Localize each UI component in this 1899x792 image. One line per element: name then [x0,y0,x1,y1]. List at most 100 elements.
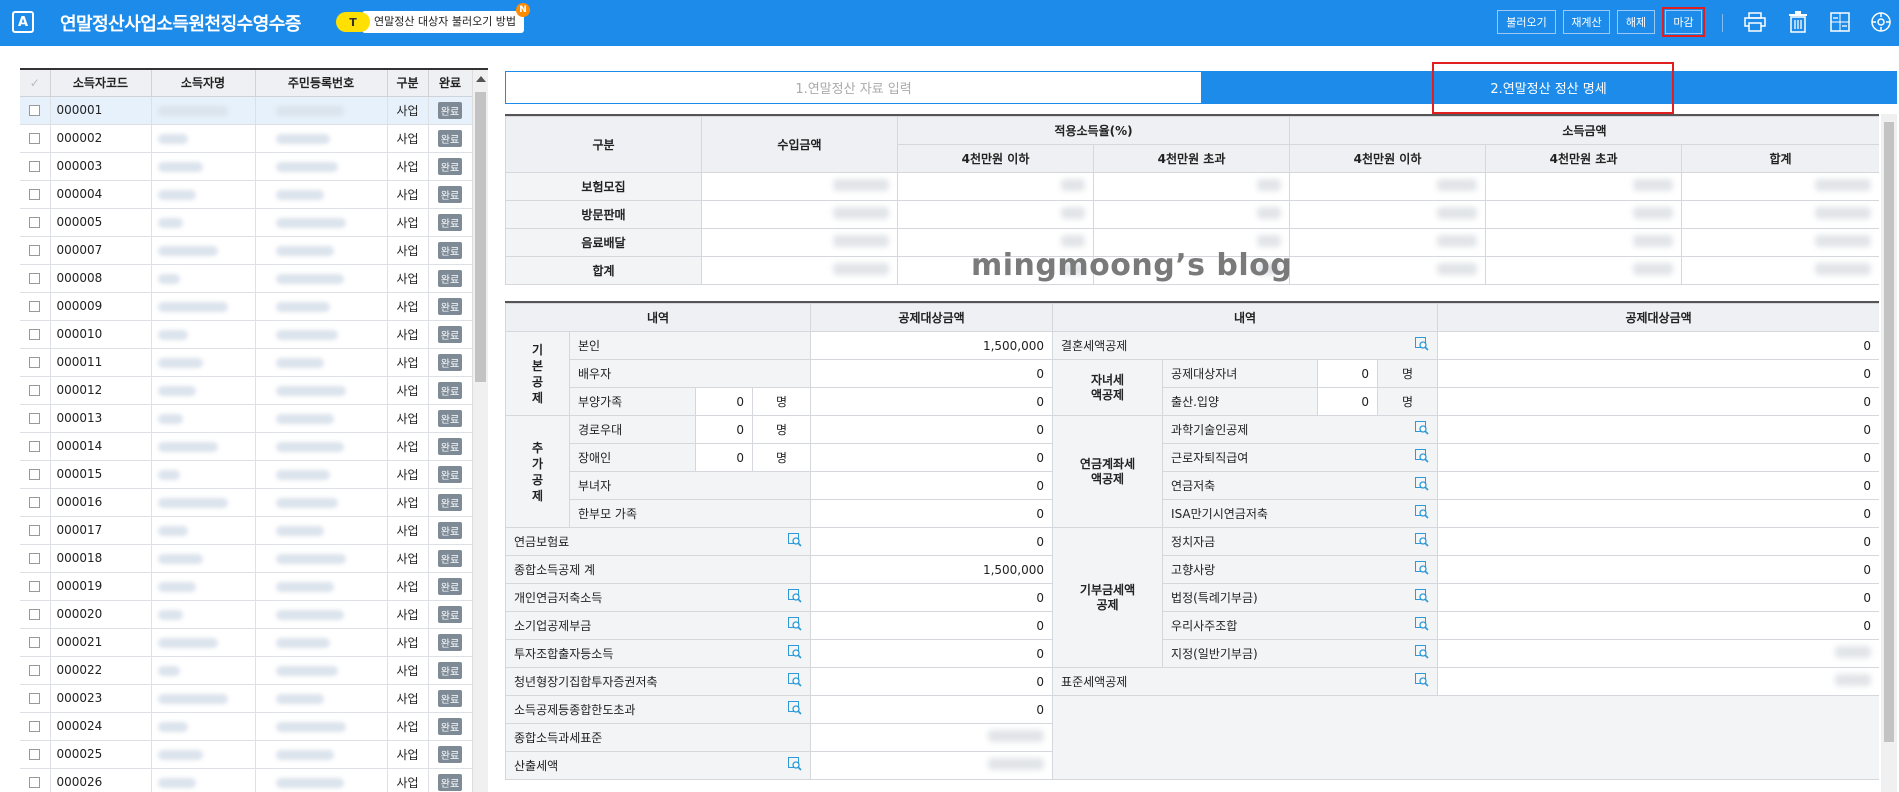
table-row[interactable]: 000001 사업 완료 [20,96,473,125]
single-parent-amount[interactable]: 0 [810,499,1054,528]
row-checkbox[interactable] [20,96,51,125]
income-earner-code[interactable]: 000009 [50,292,152,321]
row-checkbox[interactable] [20,684,51,713]
resident-number[interactable] [255,124,388,153]
hometown-amount[interactable]: 0 [1437,555,1879,584]
science-label[interactable]: 과학기술인공제 [1162,415,1439,444]
income-earner-name[interactable] [151,264,256,293]
load-button[interactable]: 불러오기 [1497,10,1556,34]
resident-number[interactable] [255,460,388,489]
income-type[interactable]: 사업 [387,684,429,713]
table-row[interactable]: 000011 사업 완료 [20,348,473,377]
income-type[interactable]: 사업 [387,124,429,153]
income-type[interactable]: 사업 [387,712,429,741]
income-earner-name[interactable] [151,208,256,237]
close-button[interactable]: 마감 [1662,7,1705,37]
recalc-button[interactable]: 재계산 [1563,10,1610,34]
income-earner-code[interactable]: 000014 [50,432,152,461]
income-earner-code[interactable]: 000010 [50,320,152,349]
income-earner-name[interactable] [151,152,256,181]
science-amount[interactable]: 0 [1437,415,1879,444]
income-type[interactable]: 사업 [387,460,429,489]
table-row[interactable]: 000024 사업 완료 [20,712,473,741]
isa-amount[interactable]: 0 [1437,499,1879,528]
resident-number[interactable] [255,152,388,181]
resident-number[interactable] [255,348,388,377]
income-type[interactable]: 사업 [387,572,429,601]
hometown-label[interactable]: 고향사랑 [1162,555,1439,584]
table-row[interactable]: 000021 사업 완료 [20,628,473,657]
income-earner-name[interactable] [151,600,256,629]
child-count[interactable]: 0 [1317,359,1379,388]
income-earner-name[interactable] [151,684,256,713]
right-scrollbar[interactable] [1881,114,1897,792]
resident-number[interactable] [255,516,388,545]
pension-insurance-amount[interactable]: 0 [810,527,1054,556]
calculator-icon[interactable] [1828,10,1852,34]
tab-data-input[interactable]: 1.연말정산 자료 입력 [506,72,1201,103]
col-header-type[interactable]: 구분 [387,70,429,97]
resident-number[interactable] [255,236,388,265]
income-earner-code[interactable]: 000019 [50,572,152,601]
row-checkbox[interactable] [20,404,51,433]
help-tooltip[interactable]: T 연말정산 대상자 불러오기 방법 N [336,3,531,33]
table-row[interactable]: 000023 사업 완료 [20,684,473,713]
income-earner-code[interactable]: 000024 [50,712,152,741]
dependents-count[interactable]: 0 [695,387,753,416]
income-earner-name[interactable] [151,376,256,405]
search-detail-icon[interactable] [1415,645,1429,659]
elderly-count[interactable]: 0 [695,415,753,444]
income-earner-code[interactable]: 000001 [50,96,152,125]
search-detail-icon[interactable] [1415,561,1429,575]
income-type[interactable]: 사업 [387,320,429,349]
designated-donation-label[interactable]: 지정(일반기부금) [1162,639,1439,668]
resident-number[interactable] [255,488,388,517]
resident-number[interactable] [255,656,388,685]
resident-number[interactable] [255,96,388,125]
table-row[interactable]: 000007 사업 완료 [20,236,473,265]
income-earner-code[interactable]: 000016 [50,488,152,517]
table-row[interactable]: 000026 사업 완료 [20,768,473,792]
income-type[interactable]: 사업 [387,656,429,685]
income-type[interactable]: 사업 [387,432,429,461]
income-earner-name[interactable] [151,348,256,377]
resident-number[interactable] [255,684,388,713]
table-row[interactable]: 000014 사업 완료 [20,432,473,461]
youth-label[interactable]: 청년형장기집합투자증권저축 [505,667,812,696]
income-earner-name[interactable] [151,740,256,769]
table-row[interactable]: 000013 사업 완료 [20,404,473,433]
resident-number[interactable] [255,404,388,433]
pension-saving-amount[interactable]: 0 [1437,471,1879,500]
income-type[interactable]: 사업 [387,292,429,321]
table-row[interactable]: 000005 사업 완료 [20,208,473,237]
resident-number[interactable] [255,264,388,293]
release-button[interactable]: 해제 [1617,10,1655,34]
row-checkbox[interactable] [20,572,51,601]
income-earner-name[interactable] [151,516,256,545]
calc-tax-label[interactable]: 산출세액 [505,751,812,780]
table-row[interactable]: 000010 사업 완료 [20,320,473,349]
resident-number[interactable] [255,292,388,321]
dependents-amount[interactable]: 0 [810,387,1054,416]
row-checkbox[interactable] [20,600,51,629]
search-detail-icon[interactable] [1415,533,1429,547]
income-earner-code[interactable]: 000011 [50,348,152,377]
income-earner-code[interactable]: 000021 [50,628,152,657]
col-header-done[interactable]: 완료 [428,70,473,97]
marriage-credit-amount[interactable]: 0 [1437,331,1879,360]
income-earner-name[interactable] [151,544,256,573]
income-earner-code[interactable]: 000018 [50,544,152,573]
resident-number[interactable] [255,628,388,657]
row-checkbox[interactable] [20,124,51,153]
personal-pension-amount[interactable]: 0 [810,583,1054,612]
income-type[interactable]: 사업 [387,348,429,377]
income-type[interactable]: 사업 [387,404,429,433]
resident-number[interactable] [255,768,388,792]
income-earner-code[interactable]: 000013 [50,404,152,433]
search-detail-icon[interactable] [1415,617,1429,631]
income-type[interactable]: 사업 [387,376,429,405]
income-earner-name[interactable] [151,488,256,517]
scroll-up-arrow-icon[interactable] [476,76,486,82]
table-row[interactable]: 000017 사업 완료 [20,516,473,545]
limit-excess-label[interactable]: 소득공제등종합한도초과 [505,695,812,724]
